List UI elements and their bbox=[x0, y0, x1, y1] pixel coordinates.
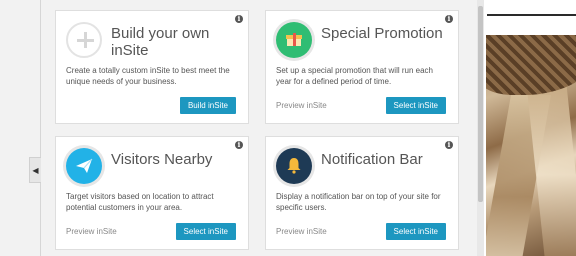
preview-photo bbox=[486, 35, 576, 256]
card-title: Build your own inSite bbox=[111, 25, 210, 59]
build-insite-button[interactable]: Build inSite bbox=[179, 97, 236, 114]
gift-icon bbox=[276, 22, 312, 58]
card-description: Display a notification bar on top of you… bbox=[276, 192, 441, 212]
card-title: Special Promotion bbox=[321, 25, 443, 42]
card-title: Notification Bar bbox=[321, 151, 423, 168]
info-icon[interactable]: i bbox=[235, 141, 243, 149]
card-description: Set up a special promotion that will run… bbox=[276, 66, 433, 86]
preview-insite-link[interactable]: Preview inSite bbox=[66, 227, 117, 236]
collapse-panel-button[interactable]: ◀ bbox=[29, 157, 41, 183]
scrollbar-thumb[interactable] bbox=[478, 6, 483, 202]
card-description: Target visitors based on location to att… bbox=[66, 192, 214, 212]
select-insite-button[interactable]: Select inSite bbox=[385, 223, 446, 240]
plus-icon bbox=[66, 22, 102, 58]
paper-plane-icon bbox=[66, 148, 102, 184]
preview-insite-link[interactable]: Preview inSite bbox=[276, 101, 327, 110]
card-description: Create a totally custom inSite to best m… bbox=[66, 66, 230, 86]
bell-icon bbox=[276, 148, 312, 184]
card-title: Visitors Nearby bbox=[111, 151, 213, 168]
panel-edge bbox=[40, 0, 41, 256]
left-gutter bbox=[0, 0, 42, 256]
card-special-promotion: i Special Promotion Set up a special pro… bbox=[265, 10, 459, 124]
info-icon[interactable]: i bbox=[445, 141, 453, 149]
preview-insite-link[interactable]: Preview inSite bbox=[276, 227, 327, 236]
preview-divider bbox=[487, 14, 576, 16]
info-icon[interactable]: i bbox=[235, 15, 243, 23]
select-insite-button[interactable]: Select inSite bbox=[175, 223, 236, 240]
scrollbar[interactable] bbox=[477, 0, 484, 256]
info-icon[interactable]: i bbox=[445, 15, 453, 23]
chevron-left-icon: ◀ bbox=[32, 165, 39, 175]
template-gallery: i Build your own inSite Create a totally… bbox=[42, 0, 477, 256]
card-notification-bar: i Notification Bar Display a notificatio… bbox=[265, 136, 459, 250]
site-preview-panel bbox=[477, 0, 576, 256]
select-insite-button[interactable]: Select inSite bbox=[385, 97, 446, 114]
card-build-your-own: i Build your own inSite Create a totally… bbox=[55, 10, 249, 124]
card-visitors-nearby: i Visitors Nearby Target visitors based … bbox=[55, 136, 249, 250]
